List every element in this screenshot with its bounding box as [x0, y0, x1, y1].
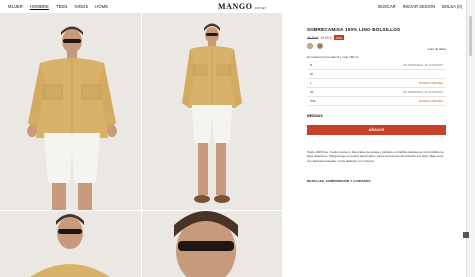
login-link[interactable]: INICIAR SESIÓN: [403, 4, 435, 9]
size-option[interactable]: XL NO DISPONIBLE ¿TE AVISAMOS?: [307, 88, 446, 97]
nav-item-hombre[interactable]: HOMBRE: [30, 4, 49, 9]
size-guide-link[interactable]: Guía de tallas: [427, 47, 446, 51]
logo-subtext: OUTLET: [254, 7, 267, 10]
nav-item-teen[interactable]: TEEN: [56, 4, 68, 9]
size-availability: ÚLTIMAS UNIDADES: [418, 99, 443, 103]
size-option[interactable]: L ÚLTIMAS UNIDADES: [307, 79, 446, 88]
price-original: 49,99 €: [307, 35, 319, 40]
price-row: 49,99 € 19,99 € -60%: [307, 35, 344, 40]
site-header: MUJER HOMBRE TEEN NIÑOS HOME MANGO OUTLET…: [0, 0, 475, 13]
size-availability: NO DISPONIBLE ¿TE AVISAMOS?: [403, 63, 443, 67]
size-label: L: [310, 81, 312, 85]
add-to-bag-button[interactable]: AÑADIR: [307, 125, 446, 135]
product-photo-full-length[interactable]: [142, 13, 282, 210]
scrollbar-thumb[interactable]: [469, 16, 472, 56]
color-swatch-yellow[interactable]: [307, 43, 313, 49]
product-photo-front[interactable]: [0, 13, 141, 210]
logo-text: MANGO: [218, 2, 253, 11]
main-nav: MUJER HOMBRE TEEN NIÑOS HOME: [8, 4, 108, 9]
product-photo-closeup-left[interactable]: [0, 211, 141, 277]
size-option[interactable]: XXL ÚLTIMAS UNIDADES: [307, 97, 446, 106]
product-photo-closeup-face[interactable]: [142, 211, 282, 277]
nav-item-ninos[interactable]: NIÑOS: [75, 4, 89, 9]
price-sale: 19,99 €: [320, 35, 332, 40]
size-label: XL: [310, 90, 314, 94]
size-option[interactable]: M: [307, 70, 446, 79]
measures-link[interactable]: MEDIDAS: [307, 114, 323, 118]
brand-logo[interactable]: MANGO OUTLET: [218, 2, 267, 11]
size-label: M: [310, 72, 313, 76]
product-info-panel: SOBRECAMISA 100% LINO BOLSILLOS 49,99 € …: [282, 13, 466, 277]
bag-link[interactable]: BOLSA (0): [442, 4, 462, 9]
size-label: S: [310, 63, 313, 67]
color-swatches: [307, 43, 323, 49]
size-availability: ÚLTIMAS UNIDADES: [418, 81, 443, 85]
discount-badge: -60%: [333, 35, 344, 40]
search-link[interactable]: BUSCAR: [378, 4, 395, 9]
grid-view-icon[interactable]: [463, 232, 469, 238]
details-accordion[interactable]: DETALLES, COMPOSICIÓN Y CUIDADOS: [307, 179, 371, 183]
product-title: SOBRECAMISA 100% LINO BOLSILLOS: [307, 27, 401, 32]
model-info: El modelo lleva la talla M y mide 188 cm: [307, 55, 359, 59]
nav-item-home[interactable]: HOME: [95, 4, 108, 9]
nav-item-mujer[interactable]: MUJER: [8, 4, 23, 9]
account-nav: BUSCAR INICIAR SESIÓN BOLSA (0): [378, 4, 462, 9]
color-swatch-brown[interactable]: [317, 43, 323, 49]
product-description: Tejido 100% lino. Cuello camisero. Decor…: [307, 150, 444, 163]
size-list: S NO DISPONIBLE ¿TE AVISAMOS? M L ÚLTIMA…: [307, 61, 446, 106]
size-option[interactable]: S NO DISPONIBLE ¿TE AVISAMOS?: [307, 61, 446, 70]
size-label: XXL: [310, 99, 316, 103]
size-availability: NO DISPONIBLE ¿TE AVISAMOS?: [403, 90, 443, 94]
